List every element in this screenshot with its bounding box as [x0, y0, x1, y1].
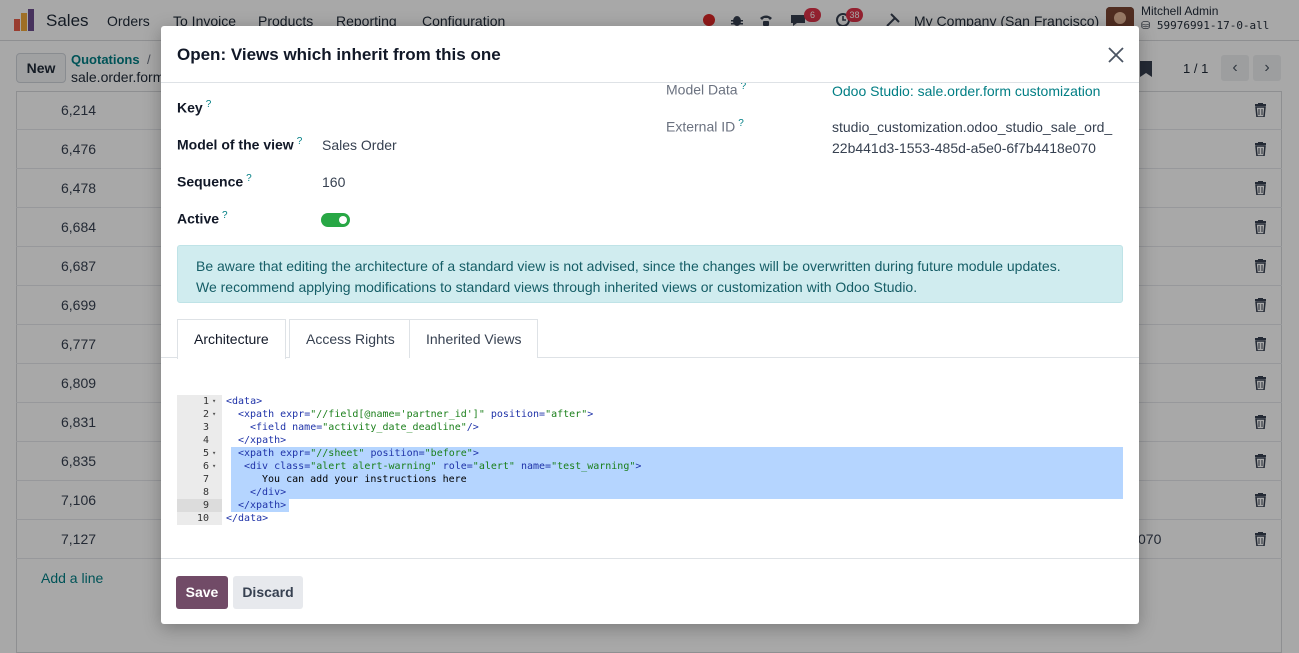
- code-line: </data>: [226, 513, 269, 524]
- sequence-label: Sequence?: [177, 173, 252, 190]
- dialog-title: Open: Views which inherit from this one: [177, 45, 501, 64]
- external-id-label: External ID?: [666, 118, 744, 135]
- external-id-field[interactable]: studio_customization.odoo_studio_sale_or…: [832, 117, 1112, 159]
- tab-inherited-views[interactable]: Inherited Views: [409, 319, 539, 358]
- active-toggle[interactable]: [321, 213, 350, 227]
- model-label: Model of the view?: [177, 136, 303, 153]
- code-line: </xpath>: [238, 435, 287, 446]
- code-line: </xpath>: [238, 500, 287, 511]
- model-field[interactable]: Sales Order: [322, 137, 397, 153]
- warning-alert: Be aware that editing the architecture o…: [177, 245, 1123, 303]
- dialog-footer: Save Discard: [161, 558, 1139, 624]
- code-line: <div class="alert alert-warning" role="a…: [244, 461, 642, 472]
- code-line: <field name="activity_date_deadline"/>: [250, 422, 479, 433]
- code-editor[interactable]: 1 ▾ 2 ▾ 3 4 5 ▾ 6 ▾ 7 8 9 10 <data> <xpath expr="//fi…: [177, 395, 1123, 525]
- close-icon[interactable]: [1106, 45, 1126, 65]
- notebook-tabs: Architecture Access Rights Inherited Vie…: [161, 319, 1139, 359]
- discard-button[interactable]: Discard: [233, 576, 303, 609]
- code-line: <xpath expr="//field[@name='partner_id']…: [238, 409, 594, 420]
- tab-access-rights[interactable]: Access Rights: [289, 319, 412, 358]
- dialog-body: Key? Model of the view? Sales Order Sequ…: [161, 83, 1139, 558]
- model-data-label: Model Data?: [666, 83, 747, 98]
- code-line: <data>: [226, 396, 263, 407]
- tab-architecture[interactable]: Architecture: [177, 319, 286, 359]
- key-label: Key?: [177, 99, 212, 116]
- alert-line-1: Be aware that editing the architecture o…: [196, 258, 1061, 274]
- alert-line-2: We recommend applying modifications to s…: [196, 279, 918, 295]
- model-data-link[interactable]: Odoo Studio: sale.order.form customizati…: [832, 83, 1100, 102]
- sequence-field[interactable]: 160: [322, 174, 345, 190]
- help-tooltip-icon[interactable]: ?: [738, 118, 744, 129]
- help-tooltip-icon[interactable]: ?: [222, 210, 228, 221]
- save-button[interactable]: Save: [176, 576, 228, 609]
- code-line: You can add your instructions here: [262, 474, 467, 485]
- dialog-header: Open: Views which inherit from this one: [161, 26, 1139, 83]
- help-tooltip-icon[interactable]: ?: [206, 99, 212, 110]
- help-tooltip-icon[interactable]: ?: [741, 83, 747, 92]
- view-dialog: Open: Views which inherit from this one …: [161, 26, 1139, 624]
- code-line: <xpath expr="//sheet" position="before">: [238, 448, 479, 459]
- active-label: Active?: [177, 210, 228, 227]
- help-tooltip-icon[interactable]: ?: [297, 136, 303, 147]
- help-tooltip-icon[interactable]: ?: [246, 173, 252, 184]
- code-line: </div>: [250, 487, 287, 498]
